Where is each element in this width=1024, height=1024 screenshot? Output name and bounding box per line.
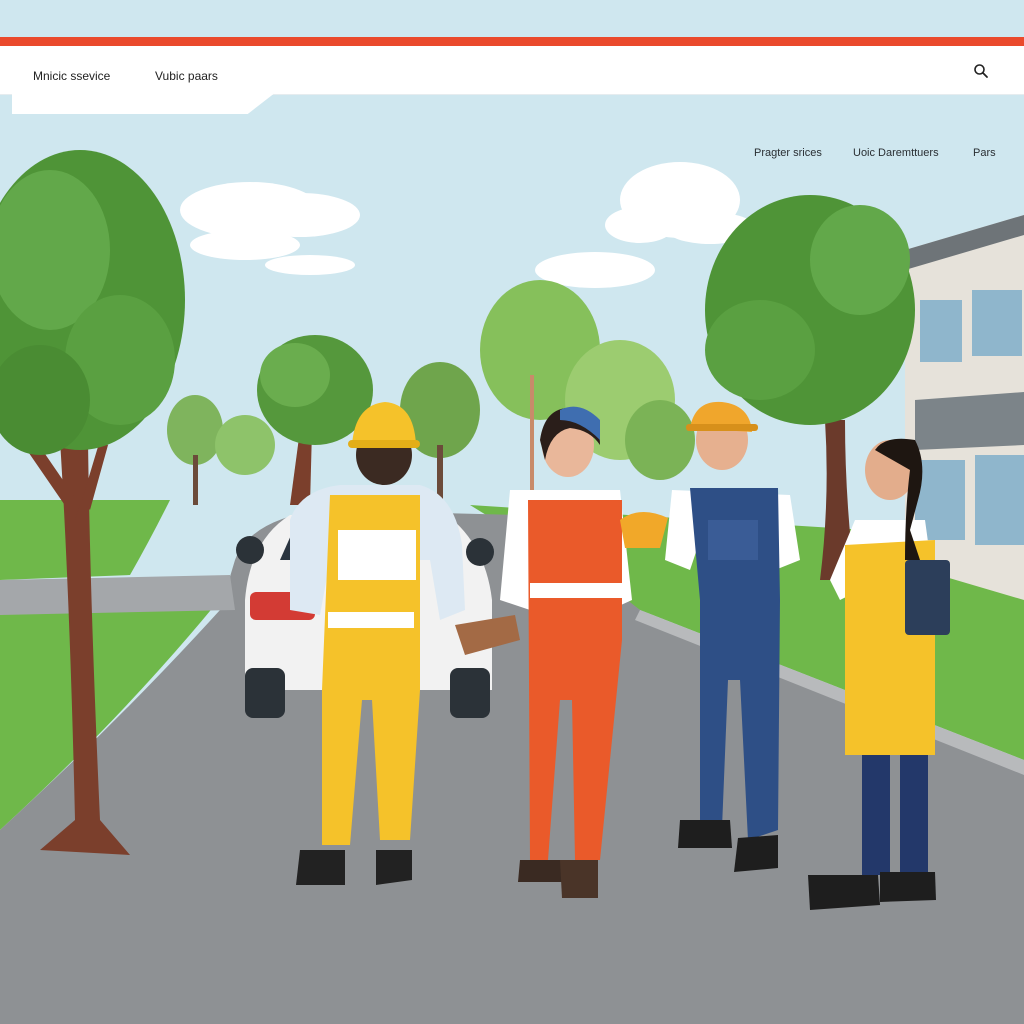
search-button[interactable] bbox=[970, 60, 992, 82]
nav-link-public-parks[interactable]: Vubic paars bbox=[155, 69, 218, 83]
accent-stripe bbox=[0, 37, 1024, 46]
search-icon bbox=[974, 64, 988, 78]
street-lamp bbox=[530, 375, 534, 505]
nav-link-municipal-service[interactable]: Mnicic ssevice bbox=[33, 69, 110, 83]
secondary-nav-link-1[interactable]: Pragter srices bbox=[754, 147, 822, 159]
secondary-nav-link-2[interactable]: Uoic Daremttuers bbox=[853, 147, 939, 159]
side-path bbox=[0, 575, 235, 615]
secondary-nav-link-3[interactable]: Pars bbox=[973, 147, 996, 159]
